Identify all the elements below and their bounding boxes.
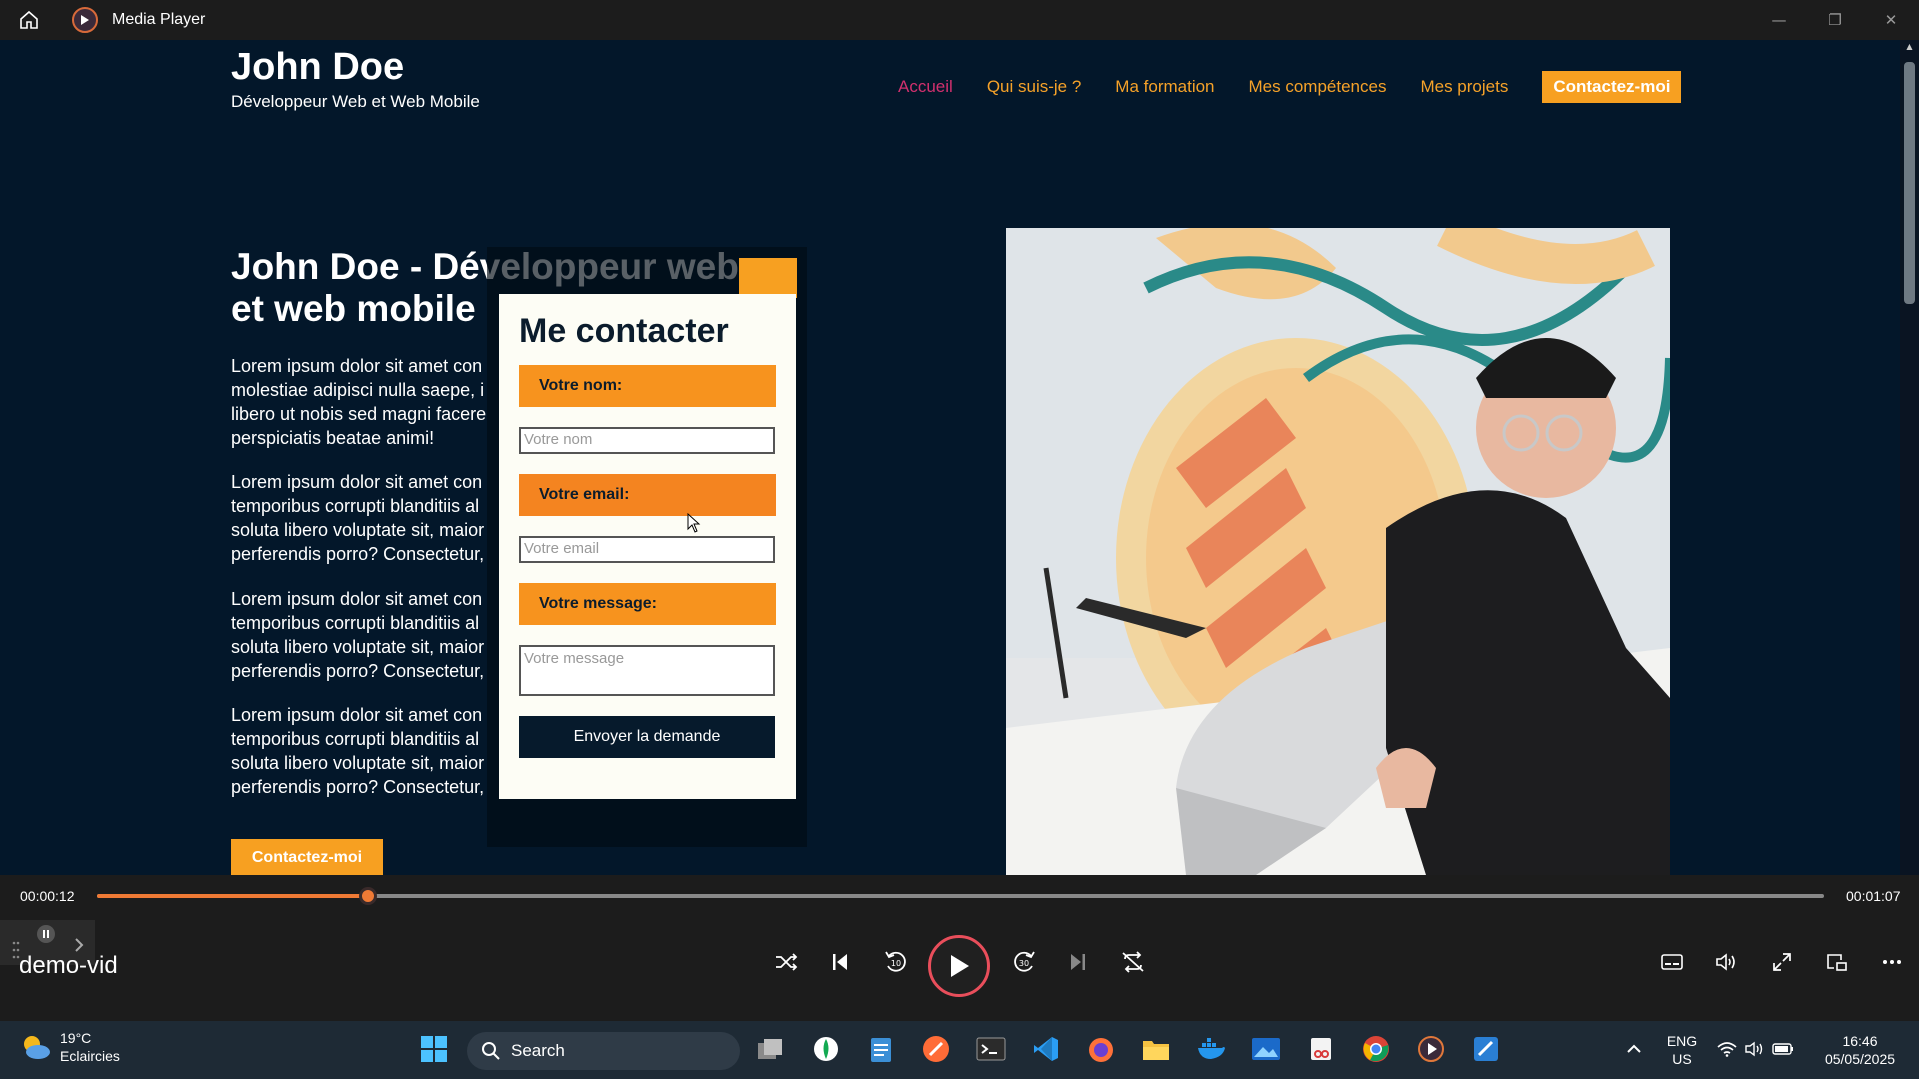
scrollbar-thumb[interactable] [1904, 62, 1915, 304]
maximize-button[interactable]: ❐ [1807, 0, 1863, 40]
postman-icon[interactable] [920, 1033, 952, 1065]
pause-icon[interactable] [36, 924, 56, 944]
repeat-off-icon[interactable] [1113, 942, 1153, 982]
windows-start-icon[interactable] [418, 1033, 450, 1065]
email-input: Votre email [519, 536, 775, 563]
clock[interactable]: 16:46 05/05/2025 [1812, 1032, 1908, 1068]
nav-contact-button: Contactez-moi [1542, 71, 1682, 103]
nav-mes-projets: Mes projets [1420, 77, 1509, 96]
seek-bar[interactable] [97, 887, 1824, 905]
email-label: Votre email: [519, 474, 776, 516]
photos-icon[interactable] [1250, 1033, 1282, 1065]
media-name: demo-vid [19, 952, 118, 979]
mouse-cursor-icon [687, 513, 701, 533]
media-player-taskbar-icon[interactable] [1415, 1033, 1447, 1065]
video-viewport[interactable]: John Doe Développeur Web et Web Mobile A… [0, 40, 1900, 875]
nav-qui-suis-je: Qui suis-je ? [986, 77, 1082, 96]
partly-cloudy-icon [24, 1036, 50, 1059]
temperature: 19°C [60, 1030, 92, 1046]
contact-modal: Me contacter Votre nom: Votre nom Votre … [499, 294, 796, 799]
scroll-up-icon[interactable]: ▲ [1904, 42, 1915, 51]
shuffle-icon[interactable] [766, 942, 806, 982]
previous-icon[interactable] [820, 942, 860, 982]
message-label: Votre message: [519, 583, 776, 625]
mongodb-compass-icon[interactable] [810, 1033, 842, 1065]
fullscreen-icon[interactable] [1762, 942, 1802, 982]
paragraph: Lorem ipsum dolor sit amet con molestiae… [231, 356, 487, 448]
notepad-icon[interactable] [865, 1033, 897, 1065]
nav-mes-competences: Mes compétences [1248, 77, 1387, 96]
nav-ma-formation: Ma formation [1115, 77, 1215, 96]
message-textarea: Votre message [519, 645, 775, 696]
weather-widget[interactable]: 19°C Eclaircies [20, 1029, 120, 1065]
vscode-icon[interactable] [1030, 1033, 1062, 1065]
forward-30-icon[interactable]: 30 [1004, 942, 1044, 982]
title-bar: Media Player — ❐ ✕ [0, 0, 1919, 40]
player-controls: 00:00:12 00:01:07 demo-vid 10 30 [0, 875, 1919, 1021]
paragraph: Lorem ipsum dolor sit amet con temporibu… [231, 472, 485, 564]
taskbar: 19°C Eclaircies Search ENG US 16:46 05/0… [0, 1021, 1919, 1079]
task-view-icon[interactable] [754, 1033, 786, 1065]
more-options-icon[interactable] [1872, 942, 1912, 982]
current-time: 00:00:12 [20, 888, 75, 904]
hero-contact-button: Contactez-moi [231, 839, 383, 875]
file-explorer-icon[interactable] [1140, 1033, 1172, 1065]
name-input: Votre nom [519, 427, 775, 454]
total-time: 00:01:07 [1846, 888, 1901, 904]
site-nav: Accueil Qui suis-je ? Ma formation Mes c… [898, 71, 1682, 103]
minimize-button[interactable]: — [1751, 0, 1807, 40]
region-label: US [1672, 1051, 1692, 1067]
media-player-logo-icon [72, 7, 98, 33]
chevron-up-icon[interactable] [1618, 1033, 1650, 1065]
svg-text:10: 10 [891, 959, 901, 968]
play-button[interactable] [928, 935, 990, 997]
home-icon[interactable] [14, 5, 44, 35]
name-label: Votre nom: [519, 365, 776, 407]
rewind-10-icon[interactable]: 10 [876, 942, 916, 982]
clock-time: 16:46 [1842, 1033, 1878, 1049]
submit-button: Envoyer la demande [519, 716, 775, 758]
window-title: Media Player [112, 11, 206, 28]
svg-text:30: 30 [1019, 959, 1029, 968]
modal-close-button [739, 258, 797, 298]
mini-player-icon[interactable] [1817, 942, 1857, 982]
site-name: John Doe [231, 46, 405, 88]
taskbar-search[interactable]: Search [467, 1032, 740, 1070]
terminal-icon[interactable] [975, 1033, 1007, 1065]
nav-accueil: Accueil [898, 77, 953, 96]
modal-title: Me contacter [519, 312, 729, 350]
hero-photo [1006, 228, 1670, 875]
clock-date: 05/05/2025 [1824, 1051, 1896, 1067]
volume-icon[interactable] [1707, 942, 1747, 982]
close-button[interactable]: ✕ [1863, 0, 1919, 40]
seek-thumb[interactable] [359, 887, 378, 905]
site-subtitle: Développeur Web et Web Mobile [231, 92, 480, 111]
lang-label: ENG [1666, 1033, 1698, 1049]
play-icon [951, 955, 969, 977]
chrome-icon[interactable] [1360, 1033, 1392, 1065]
battery-icon[interactable] [1767, 1033, 1799, 1065]
remote-desktop-icon[interactable] [1470, 1033, 1502, 1065]
weather-condition: Eclaircies [60, 1048, 120, 1064]
input-language[interactable]: ENG US [1663, 1032, 1701, 1068]
search-label: Search [511, 1041, 565, 1060]
docker-icon[interactable] [1195, 1033, 1227, 1065]
video-scrollbar[interactable]: ▲ [1900, 40, 1919, 875]
seek-progress [97, 894, 369, 898]
chevron-right-icon[interactable] [74, 938, 84, 952]
subtitles-icon[interactable] [1652, 942, 1692, 982]
firefox-icon[interactable] [1085, 1033, 1117, 1065]
next-icon[interactable] [1058, 942, 1098, 982]
search-icon [482, 1042, 500, 1060]
snipping-tool-icon[interactable] [1305, 1033, 1337, 1065]
paragraph: Lorem ipsum dolor sit amet con temporibu… [231, 705, 485, 797]
paragraph: Lorem ipsum dolor sit amet con temporibu… [231, 589, 485, 681]
